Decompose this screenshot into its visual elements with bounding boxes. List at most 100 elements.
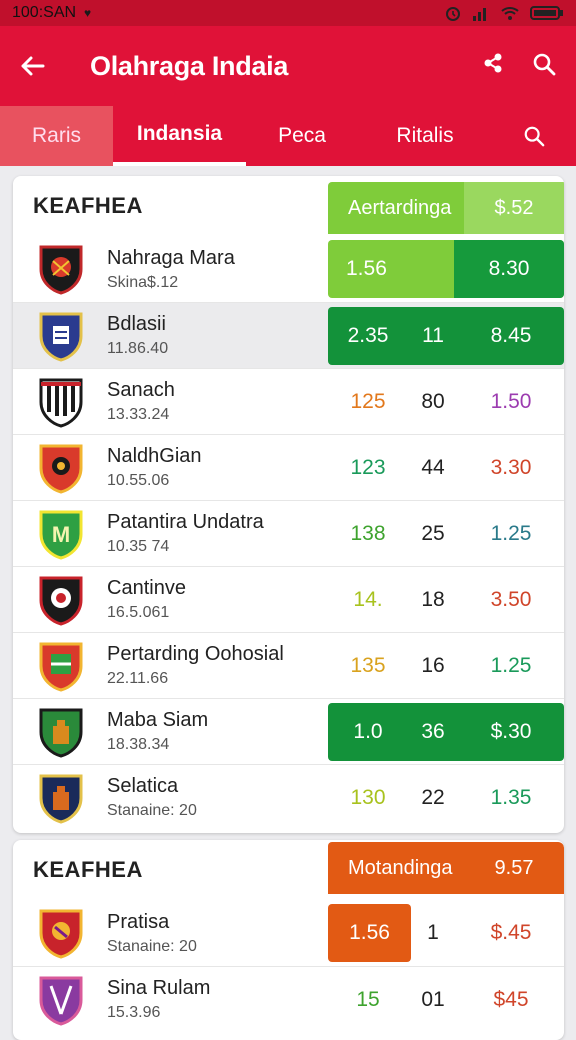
tab-indansia[interactable]: Indansia (113, 106, 246, 166)
odds-2[interactable]: 80 (408, 390, 458, 414)
odds-1[interactable]: 130 (328, 786, 408, 810)
odds-highlight[interactable]: 2.35 11 8.45 (328, 307, 564, 365)
team-crest-icon (39, 378, 83, 428)
odds-2[interactable]: 1 (408, 921, 458, 945)
team-sub: 15.3.96 (107, 1004, 161, 1021)
team-crest-icon (39, 245, 83, 295)
league-odds-value: 9.57 (494, 856, 534, 879)
team-row[interactable]: Pratisa Stanaine: 20 1.56 1 $.45 (13, 900, 564, 966)
share-button[interactable] (482, 52, 504, 81)
status-time: 100:SAN (12, 4, 77, 21)
odds-3: 8.30 (454, 240, 564, 298)
team-name: Sanach (107, 379, 175, 401)
team-row[interactable]: Pertarding Oohosial 22.11.66 135 16 1.25 (13, 632, 564, 698)
odds-1[interactable]: 123 (328, 456, 408, 480)
team-name: NaldhGian (107, 445, 202, 467)
tab-search[interactable] (492, 106, 576, 166)
battery-icon (530, 6, 563, 20)
odds-1[interactable]: 135 (328, 654, 408, 678)
page-title: Olahraga Indaia (90, 50, 289, 81)
odds-2[interactable]: 18 (408, 588, 458, 612)
status-bar: 100:SAN ♥ (0, 0, 576, 26)
odds-1[interactable]: 125 (328, 390, 408, 414)
team-crest-icon (39, 909, 83, 959)
team-crest-icon: M (39, 510, 83, 560)
status-icons (444, 4, 564, 22)
odds-3[interactable]: 1.25 (458, 522, 564, 546)
team-row[interactable]: M Patantira Undatra 10.35 74 138 25 1.25 (13, 500, 564, 566)
team-crest-icon (39, 312, 83, 362)
tab-raris[interactable]: Raris (0, 106, 113, 166)
team-crest-icon (39, 774, 83, 824)
odds-3: $.30 (490, 720, 532, 743)
odds-2[interactable]: 16 (408, 654, 458, 678)
league-odds-label: Aertardinga (348, 196, 452, 219)
odds-highlight[interactable]: 1.0 36 $.30 (328, 703, 564, 761)
odds-1: 1.56 (346, 257, 387, 280)
team-row[interactable]: Cantinve 16.5.061 14. 18 3.50 (13, 566, 564, 632)
team-row[interactable]: Maba Siam 18.38.34 1.0 36 $.30 (13, 698, 564, 764)
odds-3[interactable]: 3.50 (458, 588, 564, 612)
team-row[interactable]: Nahraga Mara Skina$.12 1.56 8.30 (13, 236, 564, 302)
odds-3[interactable]: 1.35 (458, 786, 564, 810)
odds-3[interactable]: 1.50 (458, 390, 564, 414)
team-row[interactable]: Selatica Stanaine: 20 130 22 1.35 (13, 764, 564, 830)
odds-2: 11 (422, 324, 444, 347)
team-sub: 10.55.06 (107, 472, 170, 489)
team-row[interactable]: Sanach 13.33.24 125 80 1.50 (13, 368, 564, 434)
odds-2[interactable]: 44 (408, 456, 458, 480)
team-sub: 16.5.061 (107, 604, 170, 621)
odds-1: 2.35 (347, 324, 389, 347)
league-odds-label: Motandinga (348, 856, 453, 879)
league-header: KEAFHEA Motandinga 9.57 (13, 840, 564, 900)
league-name: KEAFHEA (33, 193, 143, 218)
team-sub: 18.38.34 (107, 736, 170, 753)
tab-ritalis[interactable]: Ritalis (358, 106, 492, 166)
search-icon (524, 126, 545, 147)
team-sub: Stanaine: 20 (107, 937, 197, 955)
team-row-selected[interactable]: Bdlasii 11.86.40 2.35 11 8.45 (13, 302, 564, 368)
odds-1[interactable]: 138 (328, 522, 408, 546)
odds-highlight[interactable]: 1.56 8.30 (328, 240, 564, 298)
notification-icon: ♥ (84, 6, 92, 20)
odds-1[interactable]: 14. (328, 588, 408, 612)
team-crest-icon (39, 642, 83, 692)
odds-2[interactable]: 25 (408, 522, 458, 546)
team-row[interactable]: NaldhGian 10.55.06 123 44 3.30 (13, 434, 564, 500)
team-name: Patantira Undatra (107, 511, 264, 533)
league-card: KEAFHEA Motandinga 9.57 Pratisa Stanaine… (13, 840, 564, 1040)
search-button[interactable] (532, 52, 556, 81)
tab-peca[interactable]: Peca (246, 106, 358, 166)
odds-3[interactable]: $45 (458, 988, 564, 1012)
share-icon (484, 53, 502, 72)
team-row[interactable]: Sina Rulam 15.3.96 15 01 $45 (13, 966, 564, 1032)
team-name: Bdlasii (107, 313, 166, 335)
odds-3[interactable]: 1.25 (458, 654, 564, 678)
arrow-left-icon (21, 56, 45, 76)
team-name: Cantinve (107, 577, 186, 599)
app-bar: Olahraga Indaia (0, 26, 576, 106)
league-card: KEAFHEA Aertardinga $.52 Nahraga Mara Sk… (13, 176, 564, 833)
odds-1[interactable]: 15 (328, 988, 408, 1012)
team-name: Nahraga Mara (107, 246, 235, 269)
odds-2: 36 (421, 720, 445, 743)
league-odds-pill[interactable]: Motandinga 9.57 (328, 842, 564, 894)
alarm-icon (446, 7, 460, 21)
odds-3[interactable]: 3.30 (458, 456, 564, 480)
tab-bar: Raris Indansia Peca Ritalis (0, 106, 576, 166)
team-name: Selatica (107, 775, 179, 797)
league-odds-pill[interactable]: Aertardinga $.52 (328, 182, 564, 234)
wifi-icon (501, 7, 519, 20)
svg-text:M: M (52, 522, 70, 547)
signal-icon (473, 8, 486, 21)
odds-3[interactable]: $.45 (458, 921, 564, 945)
team-sub: 10.35 74 (107, 538, 170, 555)
league-header: KEAFHEA Aertardinga $.52 (13, 176, 564, 236)
back-button[interactable] (0, 26, 64, 106)
odds-1[interactable]: 1.56 (328, 904, 411, 962)
team-sub: 13.33.24 (107, 406, 170, 423)
team-crest-icon (39, 444, 83, 494)
odds-2[interactable]: 01 (408, 988, 458, 1012)
team-sub: Skina$.12 (107, 273, 179, 291)
odds-2[interactable]: 22 (408, 786, 458, 810)
